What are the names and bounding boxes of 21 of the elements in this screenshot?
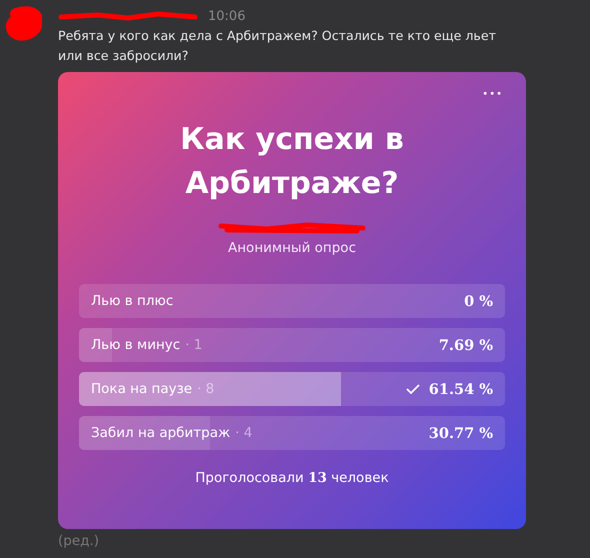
poll-option[interactable]: Забил на арбитраж · 4 30.77 % xyxy=(79,416,505,450)
poll-option[interactable]: Лью в плюс 0 % xyxy=(79,284,505,318)
vote-count: · 1 xyxy=(185,337,202,353)
message-time: 10:06 xyxy=(208,8,246,24)
poll-option[interactable]: Лью в минус · 1 7.69 % xyxy=(79,328,505,362)
vote-percent: 0 % xyxy=(464,292,493,310)
edited-note: (ред.) xyxy=(58,533,100,549)
vote-count: · 4 xyxy=(235,425,252,441)
option-label: Лью в минус xyxy=(91,337,180,353)
check-icon xyxy=(406,383,420,395)
vote-percent: 61.54 % xyxy=(428,380,493,398)
vote-total: Проголосовали 13 человек xyxy=(194,470,390,486)
option-label: Пока на паузе xyxy=(91,381,192,397)
message-text: Ребята у кого как дела с Арбитражем? Остались те кто еще льет или все забросили? xyxy=(58,27,497,65)
option-label: Забил на арбитраж xyxy=(91,425,230,441)
poll-title: Как успехи в Арбитраже? xyxy=(179,121,405,203)
vote-percent: 7.69 % xyxy=(438,336,493,354)
more-button[interactable]: ••• xyxy=(480,84,505,104)
vote-percent: 30.77 % xyxy=(428,424,493,442)
poll-type-label: Анонимный опрос xyxy=(227,240,357,256)
option-label: Лью в плюс xyxy=(91,293,174,309)
